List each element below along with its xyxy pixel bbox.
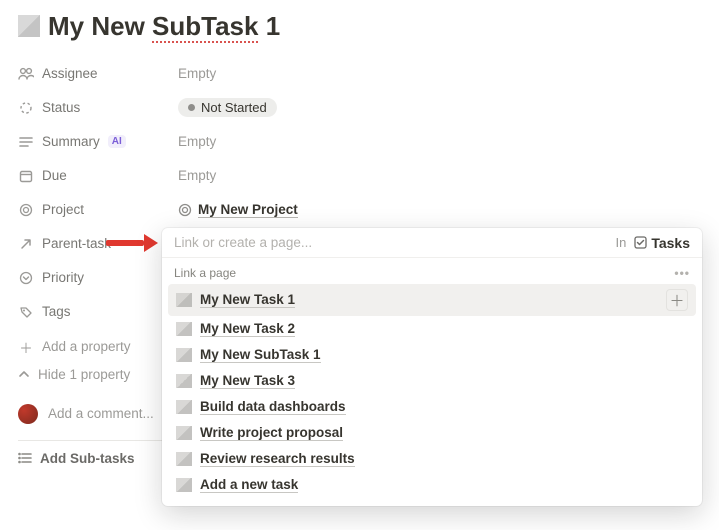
status-pill: Not Started — [178, 98, 277, 117]
popover-list: My New Task 1 ＋ My New Task 2 My New Sub… — [162, 284, 702, 506]
prop-status[interactable]: Status Not Started — [18, 93, 701, 123]
database-chip[interactable]: Tasks — [634, 235, 690, 251]
link-option-label: Add a new task — [200, 477, 298, 493]
prop-project[interactable]: Project My New Project — [18, 195, 701, 225]
add-subitem-button[interactable]: ＋ — [666, 289, 688, 311]
chevron-down-circle-icon — [18, 271, 34, 285]
page-icon — [176, 348, 192, 362]
checkbox-icon — [634, 236, 647, 249]
page-icon — [176, 374, 192, 388]
title-spellcheck: SubTask — [152, 11, 258, 43]
link-option-label: Review research results — [200, 451, 355, 467]
prop-value-project[interactable]: My New Project — [178, 202, 298, 218]
title-part: My New — [48, 11, 152, 41]
link-option[interactable]: My New Task 2 — [168, 316, 696, 342]
prop-value-summary[interactable]: Empty — [178, 134, 216, 149]
popover-section-header: Link a page ••• — [162, 258, 702, 284]
lines-icon — [18, 136, 34, 148]
link-option-label: Write project proposal — [200, 425, 343, 441]
prop-due[interactable]: Due Empty — [18, 161, 701, 191]
tag-icon — [18, 305, 34, 319]
link-option[interactable]: Add a new task — [168, 472, 696, 498]
prop-label-due: Due — [18, 168, 178, 183]
popover-search-row: In Tasks — [162, 228, 702, 258]
link-option[interactable]: Write project proposal — [168, 420, 696, 446]
page-icon — [176, 426, 192, 440]
page-icon — [18, 15, 40, 37]
target-icon — [178, 203, 192, 217]
title-part: 1 — [258, 11, 280, 41]
link-option-label: My New SubTask 1 — [200, 347, 321, 363]
prop-label-summary: Summary AI — [18, 134, 178, 149]
plus-icon: ＋ — [18, 337, 34, 357]
prop-value-due[interactable]: Empty — [178, 168, 216, 183]
link-option[interactable]: Review research results — [168, 446, 696, 472]
page-icon — [176, 400, 192, 414]
page-icon — [176, 322, 192, 336]
prop-label-priority: Priority — [18, 270, 178, 285]
link-option[interactable]: Build data dashboards — [168, 394, 696, 420]
link-option-label: Build data dashboards — [200, 399, 346, 415]
list-icon — [18, 452, 32, 464]
prop-label-assignee: Assignee — [18, 66, 178, 81]
in-label: In — [615, 235, 626, 250]
link-option-label: My New Task 1 — [200, 292, 295, 308]
prop-summary[interactable]: Summary AI Empty — [18, 127, 701, 157]
more-icon[interactable]: ••• — [674, 266, 690, 280]
page-icon — [176, 452, 192, 466]
avatar — [18, 404, 38, 424]
link-option-label: My New Task 2 — [200, 321, 295, 337]
comment-placeholder: Add a comment... — [48, 406, 154, 421]
status-dot-icon — [188, 104, 195, 111]
target-icon — [18, 203, 34, 217]
status-icon — [18, 101, 34, 115]
calendar-icon — [18, 169, 34, 183]
chevron-up-icon — [18, 368, 30, 380]
prop-label-tags: Tags — [18, 304, 178, 319]
prop-label-status: Status — [18, 100, 178, 115]
prop-assignee[interactable]: Assignee Empty — [18, 59, 701, 89]
ai-badge: AI — [108, 135, 126, 148]
prop-value-status[interactable]: Not Started — [178, 98, 277, 117]
link-option[interactable]: My New Task 1 ＋ — [168, 284, 696, 316]
prop-label-project: Project — [18, 202, 178, 217]
annotation-arrow — [106, 234, 158, 252]
link-option[interactable]: My New Task 3 — [168, 368, 696, 394]
page-icon — [176, 478, 192, 492]
arrow-up-right-icon — [18, 238, 34, 250]
link-page-input[interactable] — [172, 234, 607, 251]
project-link[interactable]: My New Project — [198, 202, 298, 218]
page-icon — [176, 293, 192, 307]
people-icon — [18, 67, 34, 81]
parent-task-popover: In Tasks Link a page ••• My New Task 1 ＋… — [162, 228, 702, 506]
section-label: Link a page — [174, 266, 236, 280]
page-title[interactable]: My New SubTask 1 — [48, 12, 280, 41]
prop-value-assignee[interactable]: Empty — [178, 66, 216, 81]
link-option-label: My New Task 3 — [200, 373, 295, 389]
link-option[interactable]: My New SubTask 1 — [168, 342, 696, 368]
